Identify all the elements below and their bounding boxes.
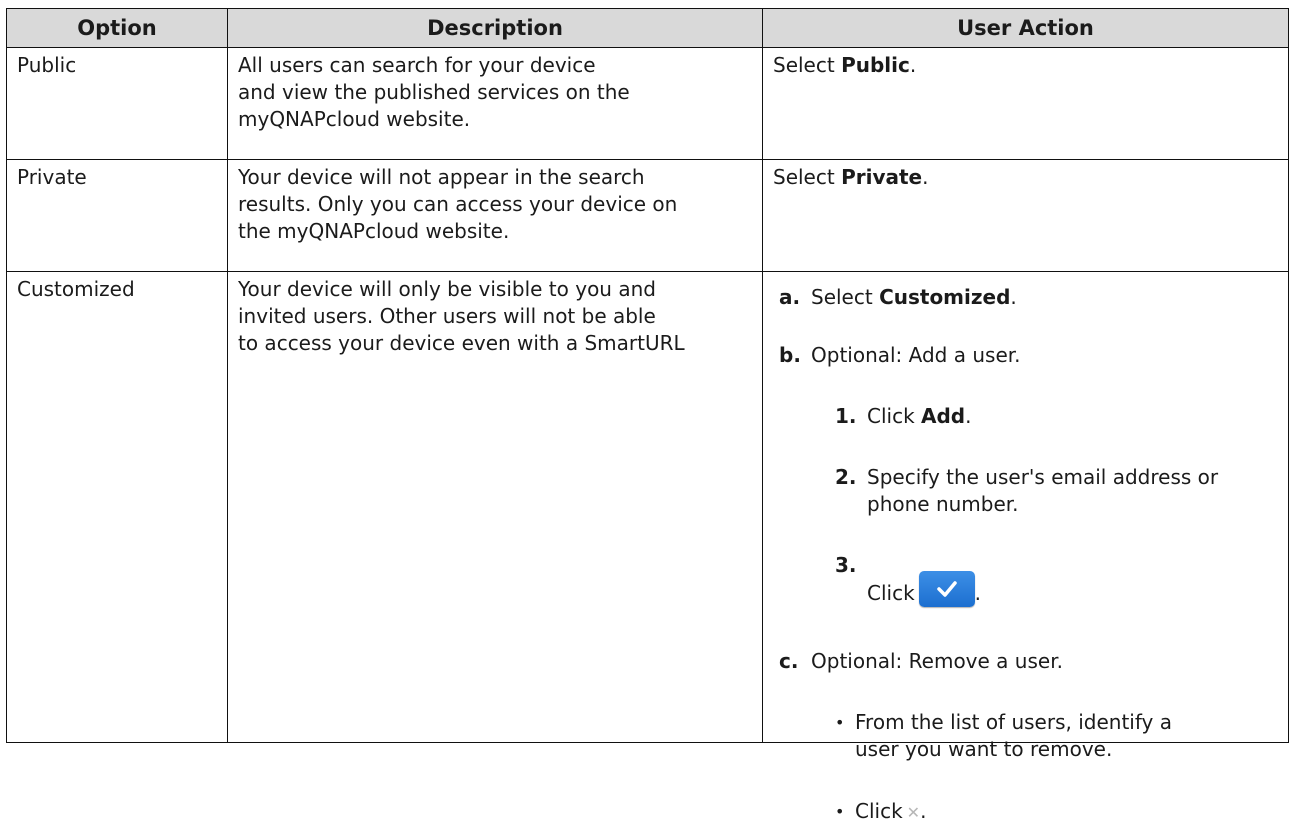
table-header-row: Option Description User Action — [6, 8, 1289, 48]
action-suffix: . — [922, 165, 929, 189]
step-text: Optional: Add a user. — [811, 343, 1021, 367]
step-prefix: Select — [811, 285, 880, 309]
description-cell: All users can search for your device and… — [227, 47, 763, 160]
bullet-text-line2: user you want to remove. — [855, 737, 1113, 761]
substep-prefix: Click — [867, 404, 922, 428]
description-cell: Your device will only be visible to you … — [227, 271, 763, 743]
step-b: b. Optional: Add a user. — [779, 342, 1021, 369]
bullet-2: • Click ✕. — [835, 798, 926, 826]
substep-text-line1: Specify the user's email address or — [867, 465, 1219, 489]
table-row-private: Private Your device will not appear in t… — [6, 159, 1289, 272]
substep-number: 2. — [835, 465, 857, 489]
user-action-cell: a. Select Customized. b. Optional: Add a u… — [762, 271, 1289, 823]
step-keyword: Customized — [879, 285, 1011, 309]
header-user-action: User Action — [762, 8, 1289, 48]
step-suffix: . — [1010, 285, 1017, 309]
description-cell: Your device will not appear in the searc… — [227, 159, 763, 272]
substep-prefix: Click — [867, 581, 915, 605]
bullet-suffix: . — [920, 799, 927, 823]
substep-suffix: . — [965, 404, 972, 428]
step-label: b. — [779, 343, 801, 367]
close-icon[interactable]: ✕ — [907, 799, 920, 826]
action-suffix: . — [909, 53, 917, 77]
option-cell: Private — [6, 159, 228, 272]
action-prefix: Select — [773, 53, 842, 77]
substep-suffix: . — [974, 581, 982, 605]
step-label: a. — [779, 285, 801, 309]
option-cell: Customized — [6, 271, 228, 743]
options-table: Option Description User Action Public Al… — [6, 8, 1289, 823]
substep-1: 1. Click Add. — [835, 403, 972, 430]
bullet-dot: • — [835, 713, 845, 732]
step-label: c. — [779, 649, 799, 673]
confirm-button[interactable] — [918, 571, 975, 607]
header-option: Option — [6, 8, 228, 48]
substep-text-line2: phone number. — [867, 492, 1019, 516]
bullet-dot: • — [835, 802, 845, 821]
substep-3: 3. Click. — [835, 552, 981, 607]
user-action-cell: Select Public. — [762, 47, 1289, 160]
substep-2: 2. Specify the user's email address or pho… — [835, 464, 1218, 518]
bullet-text-line1: From the list of users, identify a — [855, 710, 1172, 734]
substep-number: 1. — [835, 404, 857, 428]
action-keyword: Private — [841, 165, 923, 189]
substep-keyword: Add — [921, 404, 966, 428]
user-action-cell: Select Private. — [762, 159, 1289, 272]
step-c: c. Optional: Remove a user. — [779, 648, 1063, 675]
table-row-customized: Customized Your device will only be visi… — [6, 271, 1289, 823]
action-keyword: Public — [841, 53, 910, 77]
step-list: a. Select Customized. b. Optional: Add a u… — [773, 276, 1278, 823]
table-row-public: Public All users can search for your dev… — [6, 47, 1289, 160]
bullet-prefix: Click — [855, 799, 903, 823]
bullet-1: • From the list of users, identify a user … — [835, 709, 1172, 763]
substep-number: 3. — [835, 553, 857, 577]
step-text: Optional: Remove a user. — [811, 649, 1063, 673]
action-prefix: Select — [773, 165, 842, 189]
header-description: Description — [227, 8, 763, 48]
option-cell: Public — [6, 47, 228, 160]
check-icon — [936, 581, 957, 597]
step-a: a. Select Customized. — [779, 284, 1017, 311]
